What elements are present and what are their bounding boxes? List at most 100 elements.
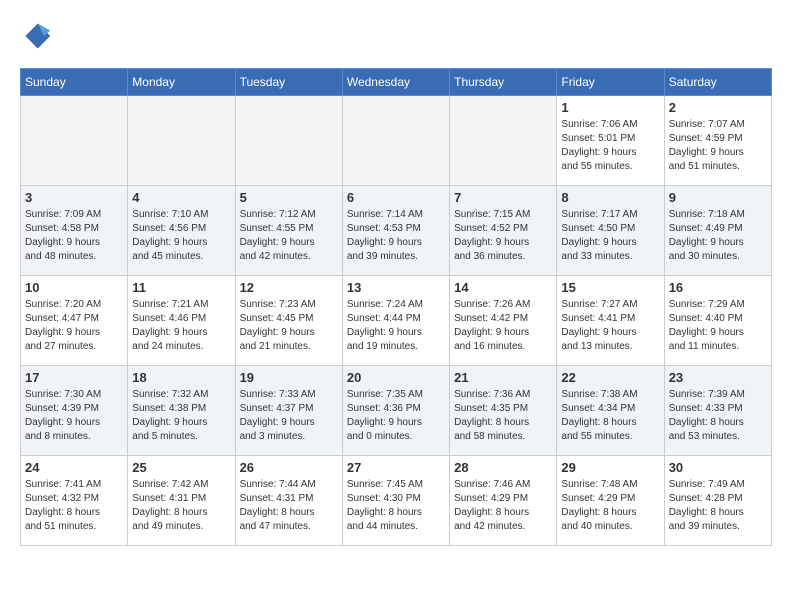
day-info: Sunrise: 7:20 AM Sunset: 4:47 PM Dayligh… xyxy=(25,298,123,354)
day-info: Sunrise: 7:30 AM Sunset: 4:39 PM Dayligh… xyxy=(25,388,123,444)
calendar-cell: 23 Sunrise: 7:39 AM Sunset: 4:33 PM Dayli… xyxy=(664,366,771,456)
day-info: Sunrise: 7:39 AM Sunset: 4:33 PM Dayligh… xyxy=(669,388,767,444)
calendar-cell: 14 Sunrise: 7:26 AM Sunset: 4:42 PM Dayli… xyxy=(450,276,557,366)
logo xyxy=(20,20,56,52)
day-number: 7 xyxy=(454,190,552,205)
calendar-cell xyxy=(235,96,342,186)
calendar-cell xyxy=(450,96,557,186)
weekday-header-sunday: Sunday xyxy=(21,69,128,96)
calendar-cell: 7 Sunrise: 7:15 AM Sunset: 4:52 PM Daylig… xyxy=(450,186,557,276)
day-number: 5 xyxy=(240,190,338,205)
calendar-cell: 11 Sunrise: 7:21 AM Sunset: 4:46 PM Dayli… xyxy=(128,276,235,366)
day-info: Sunrise: 7:29 AM Sunset: 4:40 PM Dayligh… xyxy=(669,298,767,354)
day-info: Sunrise: 7:17 AM Sunset: 4:50 PM Dayligh… xyxy=(561,208,659,264)
calendar-cell: 10 Sunrise: 7:20 AM Sunset: 4:47 PM Dayli… xyxy=(21,276,128,366)
day-number: 16 xyxy=(669,280,767,295)
day-info: Sunrise: 7:12 AM Sunset: 4:55 PM Dayligh… xyxy=(240,208,338,264)
day-number: 27 xyxy=(347,460,445,475)
calendar-cell: 26Sunrise: 7:44 AM Sunset: 4:31 PM Dayli… xyxy=(235,456,342,546)
calendar-cell: 21 Sunrise: 7:36 AM Sunset: 4:35 PM Dayli… xyxy=(450,366,557,456)
day-number: 20 xyxy=(347,370,445,385)
calendar-cell: 15 Sunrise: 7:27 AM Sunset: 4:41 PM Dayli… xyxy=(557,276,664,366)
day-info: Sunrise: 7:10 AM Sunset: 4:56 PM Dayligh… xyxy=(132,208,230,264)
calendar-cell: 18 Sunrise: 7:32 AM Sunset: 4:38 PM Dayli… xyxy=(128,366,235,456)
weekday-header-tuesday: Tuesday xyxy=(235,69,342,96)
weekday-header-saturday: Saturday xyxy=(664,69,771,96)
day-number: 21 xyxy=(454,370,552,385)
calendar-cell: 28 Sunrise: 7:46 AM Sunset: 4:29 PM Dayli… xyxy=(450,456,557,546)
weekday-header-wednesday: Wednesday xyxy=(342,69,449,96)
day-info: Sunrise: 7:06 AM Sunset: 5:01 PM Dayligh… xyxy=(561,118,659,174)
calendar-cell xyxy=(21,96,128,186)
logo-icon xyxy=(20,20,52,52)
day-number: 14 xyxy=(454,280,552,295)
day-number: 29 xyxy=(561,460,659,475)
day-number: 9 xyxy=(669,190,767,205)
day-info: Sunrise: 7:45 AM Sunset: 4:30 PM Dayligh… xyxy=(347,478,445,534)
calendar-cell: 2 Sunrise: 7:07 AM Sunset: 4:59 PM Daylig… xyxy=(664,96,771,186)
calendar-cell: 6 Sunrise: 7:14 AM Sunset: 4:53 PM Daylig… xyxy=(342,186,449,276)
week-row-1: 1 Sunrise: 7:06 AM Sunset: 5:01 PM Daylig… xyxy=(21,96,772,186)
calendar-cell: 19Sunrise: 7:33 AM Sunset: 4:37 PM Dayli… xyxy=(235,366,342,456)
calendar-cell: 12 Sunrise: 7:23 AM Sunset: 4:45 PM Dayli… xyxy=(235,276,342,366)
calendar-cell: 27 Sunrise: 7:45 AM Sunset: 4:30 PM Dayli… xyxy=(342,456,449,546)
calendar-cell: 25Sunrise: 7:42 AM Sunset: 4:31 PM Dayli… xyxy=(128,456,235,546)
day-info: Sunrise: 7:38 AM Sunset: 4:34 PM Dayligh… xyxy=(561,388,659,444)
weekday-header-thursday: Thursday xyxy=(450,69,557,96)
day-info: Sunrise: 7:41 AM Sunset: 4:32 PM Dayligh… xyxy=(25,478,123,534)
day-number: 19 xyxy=(240,370,338,385)
day-number: 3 xyxy=(25,190,123,205)
calendar-cell: 13Sunrise: 7:24 AM Sunset: 4:44 PM Dayli… xyxy=(342,276,449,366)
calendar-cell xyxy=(128,96,235,186)
calendar-cell: 9Sunrise: 7:18 AM Sunset: 4:49 PM Daylig… xyxy=(664,186,771,276)
day-number: 30 xyxy=(669,460,767,475)
day-info: Sunrise: 7:49 AM Sunset: 4:28 PM Dayligh… xyxy=(669,478,767,534)
day-info: Sunrise: 7:15 AM Sunset: 4:52 PM Dayligh… xyxy=(454,208,552,264)
calendar-cell: 20Sunrise: 7:35 AM Sunset: 4:36 PM Dayli… xyxy=(342,366,449,456)
calendar-cell: 17 Sunrise: 7:30 AM Sunset: 4:39 PM Dayli… xyxy=(21,366,128,456)
calendar-cell xyxy=(342,96,449,186)
day-number: 6 xyxy=(347,190,445,205)
day-number: 11 xyxy=(132,280,230,295)
day-number: 15 xyxy=(561,280,659,295)
calendar-cell: 16 Sunrise: 7:29 AM Sunset: 4:40 PM Dayli… xyxy=(664,276,771,366)
day-number: 23 xyxy=(669,370,767,385)
week-row-2: 3Sunrise: 7:09 AM Sunset: 4:58 PM Daylig… xyxy=(21,186,772,276)
week-row-5: 24 Sunrise: 7:41 AM Sunset: 4:32 PM Dayli… xyxy=(21,456,772,546)
day-info: Sunrise: 7:46 AM Sunset: 4:29 PM Dayligh… xyxy=(454,478,552,534)
day-info: Sunrise: 7:27 AM Sunset: 4:41 PM Dayligh… xyxy=(561,298,659,354)
day-number: 18 xyxy=(132,370,230,385)
week-row-4: 17 Sunrise: 7:30 AM Sunset: 4:39 PM Dayli… xyxy=(21,366,772,456)
day-info: Sunrise: 7:32 AM Sunset: 4:38 PM Dayligh… xyxy=(132,388,230,444)
day-info: Sunrise: 7:23 AM Sunset: 4:45 PM Dayligh… xyxy=(240,298,338,354)
day-number: 12 xyxy=(240,280,338,295)
weekday-header-row: SundayMondayTuesdayWednesdayThursdayFrid… xyxy=(21,69,772,96)
day-number: 28 xyxy=(454,460,552,475)
day-info: Sunrise: 7:48 AM Sunset: 4:29 PM Dayligh… xyxy=(561,478,659,534)
calendar-cell: 4 Sunrise: 7:10 AM Sunset: 4:56 PM Daylig… xyxy=(128,186,235,276)
day-number: 25 xyxy=(132,460,230,475)
week-row-3: 10 Sunrise: 7:20 AM Sunset: 4:47 PM Dayli… xyxy=(21,276,772,366)
day-number: 8 xyxy=(561,190,659,205)
day-info: Sunrise: 7:24 AM Sunset: 4:44 PM Dayligh… xyxy=(347,298,445,354)
calendar-cell: 30 Sunrise: 7:49 AM Sunset: 4:28 PM Dayli… xyxy=(664,456,771,546)
calendar-cell: 3Sunrise: 7:09 AM Sunset: 4:58 PM Daylig… xyxy=(21,186,128,276)
day-info: Sunrise: 7:14 AM Sunset: 4:53 PM Dayligh… xyxy=(347,208,445,264)
day-number: 17 xyxy=(25,370,123,385)
calendar-cell: 1 Sunrise: 7:06 AM Sunset: 5:01 PM Daylig… xyxy=(557,96,664,186)
day-info: Sunrise: 7:36 AM Sunset: 4:35 PM Dayligh… xyxy=(454,388,552,444)
day-number: 4 xyxy=(132,190,230,205)
day-number: 22 xyxy=(561,370,659,385)
day-info: Sunrise: 7:26 AM Sunset: 4:42 PM Dayligh… xyxy=(454,298,552,354)
day-info: Sunrise: 7:44 AM Sunset: 4:31 PM Dayligh… xyxy=(240,478,338,534)
day-number: 2 xyxy=(669,100,767,115)
day-number: 24 xyxy=(25,460,123,475)
day-number: 10 xyxy=(25,280,123,295)
page-header xyxy=(20,20,772,52)
calendar-cell: 22 Sunrise: 7:38 AM Sunset: 4:34 PM Dayli… xyxy=(557,366,664,456)
day-info: Sunrise: 7:07 AM Sunset: 4:59 PM Dayligh… xyxy=(669,118,767,174)
day-number: 1 xyxy=(561,100,659,115)
calendar-cell: 8 Sunrise: 7:17 AM Sunset: 4:50 PM Daylig… xyxy=(557,186,664,276)
day-info: Sunrise: 7:21 AM Sunset: 4:46 PM Dayligh… xyxy=(132,298,230,354)
weekday-header-friday: Friday xyxy=(557,69,664,96)
